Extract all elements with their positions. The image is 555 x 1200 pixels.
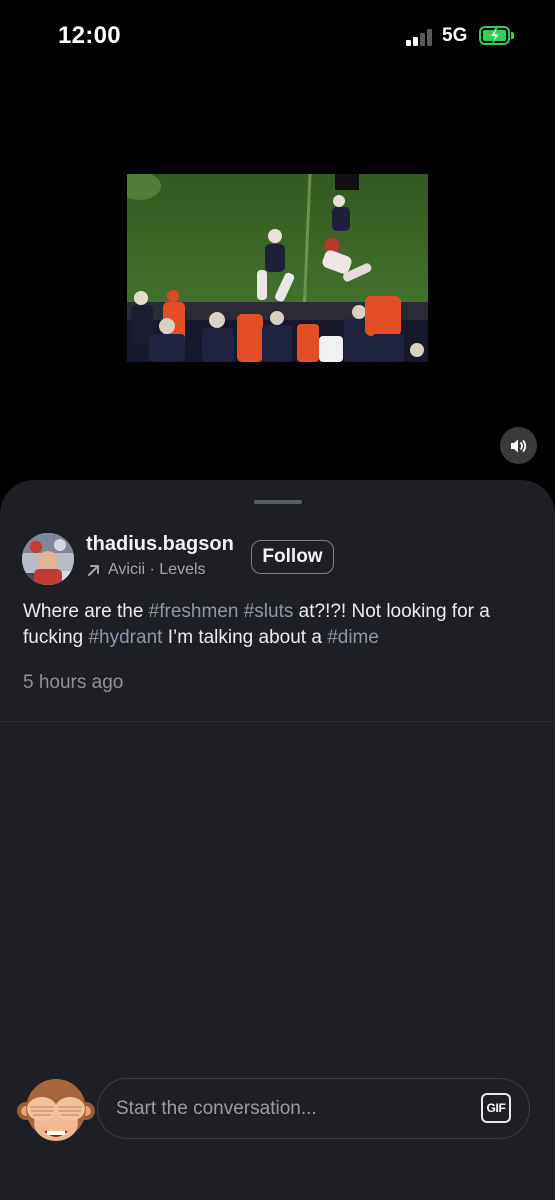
sound-toggle-button[interactable] — [500, 427, 537, 464]
avatar[interactable] — [22, 533, 74, 585]
speaker-icon — [510, 439, 526, 452]
post-timestamp: 5 hours ago — [23, 672, 124, 693]
post-username[interactable]: thadius.bagson — [86, 533, 234, 556]
network-type: 5G — [442, 25, 468, 46]
hashtag-link[interactable]: #freshmen — [149, 601, 239, 622]
post-text-segment: Where are the — [23, 601, 149, 622]
follow-button[interactable]: Follow — [251, 540, 334, 574]
status-bar: 12:00 5G — [0, 0, 555, 75]
battery-cap — [511, 32, 514, 39]
comment-input[interactable]: Start the conversation... GIF — [97, 1078, 530, 1139]
hashtag-link[interactable]: #sluts — [244, 601, 294, 622]
song-link[interactable]: Avicii · Levels — [86, 561, 206, 579]
video-player[interactable] — [127, 174, 428, 362]
post-text-segment: I’m talking about a — [162, 627, 328, 648]
charging-bolt-icon — [489, 27, 501, 44]
divider — [0, 721, 555, 722]
song-label: Avicii · Levels — [108, 561, 206, 578]
video-frame — [127, 174, 428, 362]
signal-icon — [406, 29, 434, 46]
gif-button[interactable]: GIF — [481, 1093, 511, 1123]
hashtag-link[interactable]: #dime — [327, 627, 379, 648]
arrow-up-right-icon — [88, 565, 99, 576]
hashtag-link[interactable]: #hydrant — [88, 627, 162, 648]
status-time: 12:00 — [58, 22, 121, 49]
comment-placeholder: Start the conversation... — [116, 1098, 317, 1119]
sheet-grabber[interactable] — [254, 500, 302, 504]
post-text: Where are the #freshmen #sluts at?!?! No… — [23, 599, 543, 651]
avatar-image — [22, 533, 74, 585]
see-no-evil-monkey-icon[interactable] — [14, 1073, 98, 1149]
